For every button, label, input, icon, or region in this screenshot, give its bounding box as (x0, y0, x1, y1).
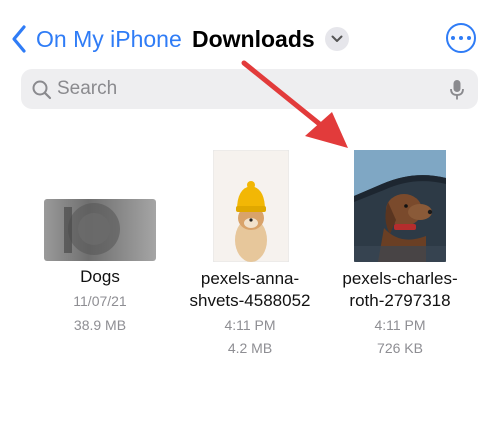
file-name-line1: pexels-anna- (200, 269, 300, 288)
file-size: 4.2 MB (227, 340, 273, 356)
file-time: 4:11 PM (224, 317, 276, 333)
page-title: Downloads (192, 25, 315, 52)
file-name-line2: shvets-4588052 (189, 291, 311, 310)
file-name: Dogs (80, 267, 120, 286)
navigation-bar: On My iPhone Downloads (0, 0, 500, 70)
chevron-left-icon (12, 25, 26, 53)
back-button[interactable]: On My iPhone (10, 22, 182, 56)
chevron-down-icon[interactable] (324, 27, 349, 51)
more-button[interactable] (446, 23, 476, 53)
file-name-line2: roth-2797318 (349, 291, 451, 310)
file-time: 4:11 PM (374, 317, 426, 333)
microphone-icon[interactable] (449, 79, 465, 101)
file-size: 726 KB (377, 340, 423, 356)
file-size: 38.9 MB (73, 317, 127, 333)
ellipsis-icon (451, 36, 455, 40)
file-item-pexels-charles-roth[interactable]: pexels-charles- roth-2797318 4:11 PM 726… (320, 148, 480, 358)
search-input[interactable] (57, 69, 427, 109)
file-item-pexels-anna-shvets[interactable]: pexels-anna- shvets-4588052 4:11 PM 4.2 … (170, 148, 330, 358)
file-item-dogs[interactable]: Dogs 11/07/21 38.9 MB (20, 195, 180, 345)
search-icon (32, 80, 52, 100)
search-field[interactable] (21, 69, 478, 109)
file-name-line1: pexels-charles- (342, 269, 458, 288)
image-thumbnail (354, 150, 446, 262)
folder-thumbnail (44, 199, 156, 261)
back-label: On My iPhone (36, 25, 182, 52)
title-menu[interactable]: Downloads (192, 22, 349, 56)
image-thumbnail (213, 150, 289, 262)
file-date: 11/07/21 (73, 293, 127, 309)
